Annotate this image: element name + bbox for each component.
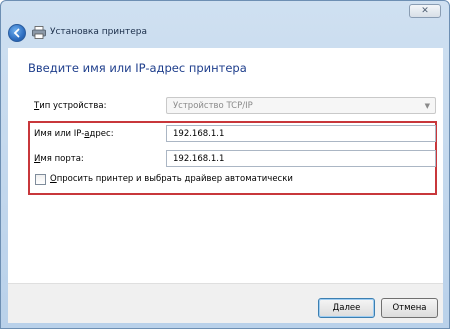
device-type-select[interactable]: Устройство TCP/IP ▼ [166, 97, 436, 114]
close-button[interactable]: ✕ [409, 4, 441, 18]
port-label-text: мя порта: [40, 154, 84, 164]
printer-setup-window: Установка принтера ✕ Введите имя или IP-… [0, 0, 450, 329]
host-label: Имя или IP-адрес: [34, 129, 114, 139]
chevron-down-icon: ▼ [424, 102, 430, 110]
next-button[interactable]: Далее [318, 298, 375, 318]
title-bar: Установка принтера ✕ [1, 1, 449, 47]
button-bar: Далее Отмена [8, 283, 443, 323]
auto-driver-label-access-key: О [50, 174, 57, 184]
window-title: Установка принтера [50, 27, 148, 37]
host-label-prefix: Имя или IP- [34, 129, 85, 139]
host-input[interactable] [166, 125, 436, 142]
printer-icon [32, 26, 46, 39]
device-type-label-text: ип устройства: [39, 101, 107, 111]
back-arrow-icon [13, 28, 20, 38]
port-label: Имя порта: [34, 154, 84, 164]
port-name-input[interactable] [166, 150, 436, 167]
device-type-label: Тип устройства: [34, 101, 106, 111]
wizard-content: Введите имя или IP-адрес принтера Тип ус… [8, 48, 443, 283]
back-button[interactable] [8, 24, 26, 42]
auto-driver-label-text: просить принтер и выбрать драйвер автома… [56, 174, 293, 184]
cancel-button[interactable]: Отмена [381, 298, 438, 318]
auto-driver-label[interactable]: Опросить принтер и выбрать драйвер автом… [50, 174, 293, 184]
auto-driver-checkbox[interactable] [35, 174, 46, 185]
host-label-suffix: дрес: [89, 129, 114, 139]
close-icon: ✕ [421, 6, 429, 16]
device-type-value: Устройство TCP/IP [173, 101, 253, 111]
page-heading: Введите имя или IP-адрес принтера [28, 61, 247, 75]
